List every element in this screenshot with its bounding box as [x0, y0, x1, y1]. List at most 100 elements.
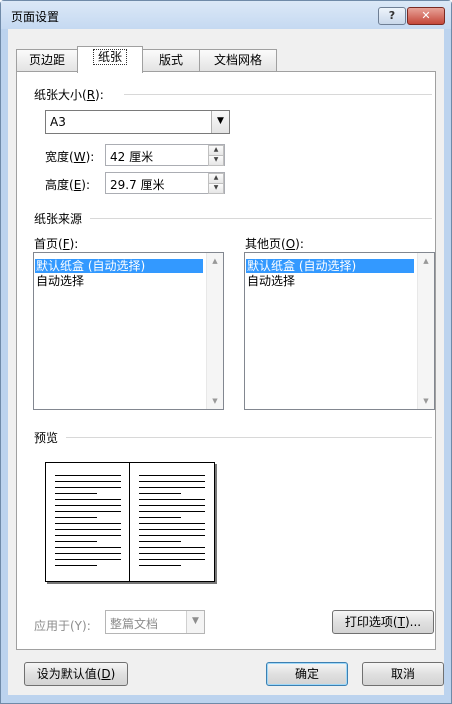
scroll-up-icon[interactable]: ▲	[207, 253, 223, 269]
preview-text-line	[55, 499, 121, 500]
tab-paper[interactable]: 纸张	[77, 46, 143, 73]
scroll-up-icon[interactable]: ▲	[418, 253, 434, 269]
height-label-suffix: ):	[81, 178, 91, 192]
preview-text-line	[55, 493, 97, 494]
print-options-button[interactable]: 打印选项(T)...	[332, 610, 434, 634]
preview-text-line	[55, 559, 121, 560]
other-pages-tray-list[interactable]: 默认纸盒 (自动选择) 自动选择 ▲ ▼	[244, 252, 435, 410]
tab-margins-label: 页边距	[28, 53, 65, 67]
preview-group-label: 预览	[34, 431, 59, 445]
width-spinner[interactable]: 42 厘米 ▲ ▼	[105, 144, 225, 166]
list-item[interactable]: 自动选择	[246, 274, 414, 288]
height-spinner[interactable]: 29.7 厘米 ▲ ▼	[105, 172, 225, 194]
preview-text-line	[139, 505, 205, 506]
preview-text-line	[55, 547, 121, 548]
preview-text-line	[139, 565, 181, 566]
width-label: 宽度(W):	[45, 148, 94, 165]
width-label-suffix: ):	[85, 150, 95, 164]
preview-text-line	[139, 493, 181, 494]
apply-to-select[interactable]: 整篇文档 ▼	[105, 610, 205, 634]
tab-document-grid[interactable]: 文档网格	[199, 49, 277, 71]
preview-text-line	[139, 541, 181, 542]
other-pages-label-suffix: ):	[295, 237, 304, 251]
preview-text-line	[139, 559, 205, 560]
preview-text-line	[55, 541, 97, 542]
width-value[interactable]: 42 厘米	[110, 148, 153, 165]
first-page-tray-list[interactable]: 默认纸盒 (自动选择) 自动选择 ▲ ▼	[33, 252, 224, 410]
first-page-label-suffix: ):	[69, 237, 79, 251]
ok-button[interactable]: 确定	[266, 662, 348, 686]
preview-right-page	[130, 463, 213, 581]
other-pages-label: 其他页(O):	[245, 235, 304, 252]
paper-size-value: A3	[50, 115, 66, 129]
paper-size-divider	[124, 94, 432, 95]
list-scrollbar[interactable]: ▲ ▼	[206, 253, 223, 409]
cancel-button[interactable]: 取消	[362, 662, 444, 686]
preview-text-line	[139, 475, 205, 476]
preview-text-line	[55, 475, 121, 476]
tab-margins[interactable]: 页边距	[16, 49, 78, 71]
set-default-button[interactable]: 设为默认值(D)	[24, 662, 128, 686]
title-bar[interactable]: 页面设置 ? ✕	[1, 1, 451, 29]
height-label: 高度(E):	[45, 176, 90, 193]
paper-size-label-text: 纸张大小(	[34, 88, 87, 102]
list-scrollbar[interactable]: ▲ ▼	[417, 253, 434, 409]
preview-text-line	[55, 511, 121, 512]
print-options-label-suffix: )...	[404, 615, 422, 629]
spin-down-icon[interactable]: ▼	[208, 183, 224, 194]
first-page-label-text: 首页(	[34, 237, 63, 251]
list-item[interactable]: 自动选择	[35, 274, 203, 288]
preview-text-line	[139, 553, 205, 554]
preview-divider	[66, 437, 432, 438]
other-pages-access-key: O	[285, 237, 296, 251]
apply-to-label: 应用于(Y):	[34, 619, 91, 633]
close-button[interactable]: ✕	[407, 7, 445, 25]
set-default-label-suffix: )	[110, 667, 116, 681]
preview-text-line	[139, 517, 181, 518]
preview-text-line	[139, 481, 205, 482]
preview-text-line	[139, 523, 205, 524]
tab-document-grid-label: 文档网格	[213, 53, 262, 67]
height-label-text: 高度(	[45, 178, 74, 192]
width-label-text: 宽度(	[45, 150, 74, 164]
print-options-access-key: T	[397, 615, 405, 629]
height-value[interactable]: 29.7 厘米	[110, 176, 165, 193]
tab-layout-label: 版式	[158, 53, 183, 67]
list-item[interactable]: 默认纸盒 (自动选择)	[35, 259, 203, 273]
scroll-down-icon[interactable]: ▼	[207, 393, 223, 409]
tab-paper-label: 纸张	[92, 49, 127, 65]
scroll-down-icon[interactable]: ▼	[418, 393, 434, 409]
preview-text-line	[55, 505, 121, 506]
preview-text-line	[55, 481, 121, 482]
chevron-down-icon[interactable]: ▼	[211, 111, 229, 133]
preview-text-line	[55, 565, 97, 566]
preview-text-line	[55, 553, 121, 554]
set-default-label: 设为默认值(	[36, 667, 102, 681]
preview-text-line	[55, 487, 121, 488]
preview-text-line	[55, 529, 121, 530]
help-button[interactable]: ?	[378, 7, 406, 25]
list-item[interactable]: 默认纸盒 (自动选择)	[246, 259, 414, 273]
preview-text-line	[139, 547, 205, 548]
first-page-access-key: F	[62, 237, 70, 251]
preview-text-line	[139, 535, 205, 536]
preview-text-line	[139, 487, 205, 488]
other-pages-label-text: 其他页(	[245, 237, 286, 251]
chevron-down-icon[interactable]: ▼	[186, 611, 204, 633]
spin-down-icon[interactable]: ▼	[208, 155, 224, 166]
paper-size-label-suffix: ):	[95, 88, 104, 102]
paper-source-divider	[90, 218, 432, 219]
apply-to-value: 整篇文档	[110, 617, 159, 631]
dialog-title: 页面设置	[11, 10, 60, 24]
page-preview	[45, 462, 215, 582]
paper-size-select[interactable]: A3 ▼	[45, 110, 230, 134]
preview-text-line	[139, 499, 205, 500]
paper-size-access-key: R	[86, 88, 96, 102]
preview-text-line	[55, 517, 97, 518]
preview-text-line	[55, 535, 121, 536]
tab-layout[interactable]: 版式	[142, 49, 200, 71]
first-page-label: 首页(F):	[34, 235, 78, 252]
paper-source-group-label: 纸张来源	[34, 212, 83, 226]
preview-left-page	[46, 463, 130, 581]
preview-text-line	[139, 529, 205, 530]
